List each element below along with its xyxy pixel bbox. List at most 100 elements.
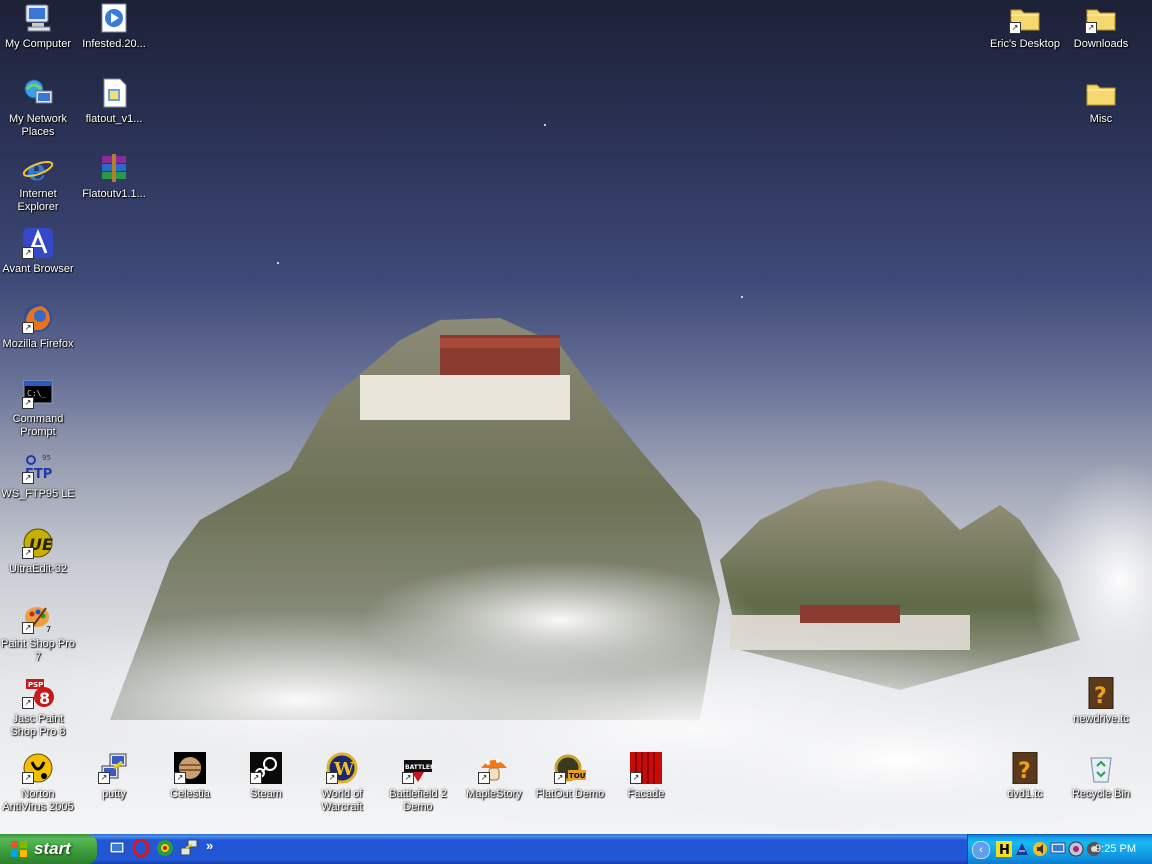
icon-label: My Computer [4,38,72,50]
icon-label: putty [102,788,126,800]
browser-icon[interactable] [156,839,174,857]
folder-icon: ↗ [1085,2,1117,34]
speaker-icon[interactable] [1032,841,1048,857]
shortcut-arrow-icon: ↗ [98,772,110,784]
ultraedit-icon[interactable]: UE ↗ UltraEdit-32 [0,527,76,576]
icon-label: dvd1.tc [1007,788,1043,800]
wow-logo-icon: W ↗ [326,752,358,784]
desktop[interactable]: My Computer My Network Places e Internet… [0,0,1152,834]
svg-text:95: 95 [42,454,51,462]
norton-antivirus-icon[interactable]: ↗ Norton AntiVirus 2005 [0,752,76,814]
shortcut-arrow-icon: ↗ [1085,22,1097,34]
shortcut-arrow-icon: ↗ [554,772,566,784]
network-status-icon[interactable] [1014,841,1030,857]
svg-text:?: ? [1094,684,1107,709]
icon-label: Celestia [170,788,210,800]
svg-text:?: ? [1018,759,1031,784]
shortcut-arrow-icon: ↗ [22,397,34,409]
clock[interactable]: 9:25 PM [1095,834,1136,864]
maplestory-icon[interactable]: ↗ MapleStory [456,752,532,801]
truecrypt-volume-icon: ? [1009,751,1041,785]
icon-label: FlatOut Demo [535,788,605,800]
flatout-logo-icon: TOUT ↗ [554,752,590,784]
battlefield-logo-icon: BATTLEFIELD ↗ [402,752,449,784]
winrar-archive-icon [98,152,130,184]
icon-label: Avant Browser [2,263,74,275]
icon-label: Mozilla Firefox [2,338,74,350]
icon-label: Infested.20... [82,38,146,50]
icon-label: newdrive.tc [1073,713,1129,725]
norton-logo-icon: ↗ [22,752,54,784]
monitor-icon[interactable] [1050,841,1066,857]
celestia-icon[interactable]: ↗ Celestia [152,752,228,801]
network-icon[interactable] [180,839,198,857]
opera-icon[interactable] [132,838,150,858]
start-button[interactable]: start [0,834,97,864]
avant-browser-icon[interactable]: ↗ Avant Browser [0,227,76,276]
jasc-paint-shop-pro-8-icon[interactable]: PSP 8 ↗ Jasc Paint Shop Pro 8 [0,677,76,739]
shortcut-arrow-icon: ↗ [402,772,414,784]
setup-file-icon [98,77,130,109]
taskbar[interactable]: start » ‹ H 9:25 PM [0,834,1152,864]
wallpaper-mountain-palace [0,124,1152,834]
icon-label: Command Prompt [12,413,64,438]
erics-desktop-folder[interactable]: ↗ Eric's Desktop [987,2,1063,51]
my-network-places-icon[interactable]: My Network Places [0,77,76,139]
newdrive-tc-icon[interactable]: ? newdrive.tc [1063,676,1139,726]
ftp-logo-icon: FTP 95 ↗ [22,452,54,484]
facade-icon[interactable]: ↗ Facade [608,752,684,801]
steam-icon[interactable]: ↗ Steam [228,752,304,801]
icon-label: MapleStory [466,788,522,800]
psp8-logo-icon: PSP 8 ↗ [22,677,54,709]
command-prompt-icon[interactable]: C:\_ ↗ Command Prompt [0,377,76,439]
putty-logo-icon: ↗ [98,752,130,784]
chevron-icon[interactable]: » [206,839,224,857]
icon-label: Facade [627,788,665,800]
shortcut-arrow-icon: ↗ [22,622,34,634]
flatout-v1-file-icon[interactable]: flatout_v1... [76,77,152,126]
start-label: start [34,839,71,858]
avant-logo-icon: ↗ [22,227,54,259]
firefox-logo-icon: ↗ [22,302,54,334]
show-hidden-icons-button[interactable]: ‹ [972,841,990,859]
show-desktop-icon[interactable] [108,839,126,857]
messenger-icon[interactable] [1068,841,1084,857]
shortcut-arrow-icon: ↗ [174,772,186,784]
my-computer-icon[interactable]: My Computer [0,2,76,51]
internet-explorer-icon[interactable]: e Internet Explorer [0,152,76,214]
paint-shop-pro-7-icon[interactable]: 7 ↗ Paint Shop Pro 7 [0,602,76,664]
media-player-file-icon [98,2,130,34]
icon-label: World of Warcraft [321,788,363,813]
mushroom-icon: ↗ [478,752,510,784]
shortcut-arrow-icon: ↗ [630,772,642,784]
icon-label: Norton AntiVirus 2005 [2,788,74,813]
dvd1-tc-icon[interactable]: ? dvd1.tc [987,751,1063,801]
icon-label: Paint Shop Pro 7 [1,638,75,663]
battlefield-2-demo-icon[interactable]: BATTLEFIELD ↗ Battlefield 2 Demo [380,752,456,814]
putty-icon[interactable]: ↗ putty [76,752,152,801]
world-of-warcraft-icon[interactable]: W ↗ World of Warcraft [304,752,380,814]
flatout-demo-icon[interactable]: TOUT ↗ FlatOut Demo [532,752,608,801]
shortcut-arrow-icon: ↗ [250,772,262,784]
svg-text:7: 7 [46,625,51,634]
flatoutv1-archive-icon[interactable]: Flatoutv1.1... [76,152,152,201]
icon-label: Eric's Desktop [990,38,1060,50]
downloads-folder[interactable]: ↗ Downloads [1063,2,1139,51]
mozilla-firefox-icon[interactable]: ↗ Mozilla Firefox [0,302,76,351]
icon-label: Recycle Bin [1071,788,1131,800]
infested-media-icon[interactable]: Infested.20... [76,2,152,51]
computer-icon [22,2,54,34]
svg-text:e: e [27,153,46,184]
ws-ftp95-icon[interactable]: FTP 95 ↗ WS_FTP95 LE [0,452,76,501]
palette-icon: 7 ↗ [22,602,54,634]
shortcut-arrow-icon: ↗ [1009,22,1021,34]
ie-logo-icon: e [22,152,54,188]
icon-label: My Network Places [8,113,68,138]
shortcut-arrow-icon: ↗ [478,772,490,784]
folder-icon: ↗ [1009,2,1041,34]
misc-folder[interactable]: Misc [1063,77,1139,126]
shortcut-arrow-icon: ↗ [22,247,34,259]
h-icon[interactable]: H [996,841,1012,858]
red-curtain-icon: ↗ [630,752,662,784]
recycle-bin-icon[interactable]: Recycle Bin [1063,752,1139,801]
